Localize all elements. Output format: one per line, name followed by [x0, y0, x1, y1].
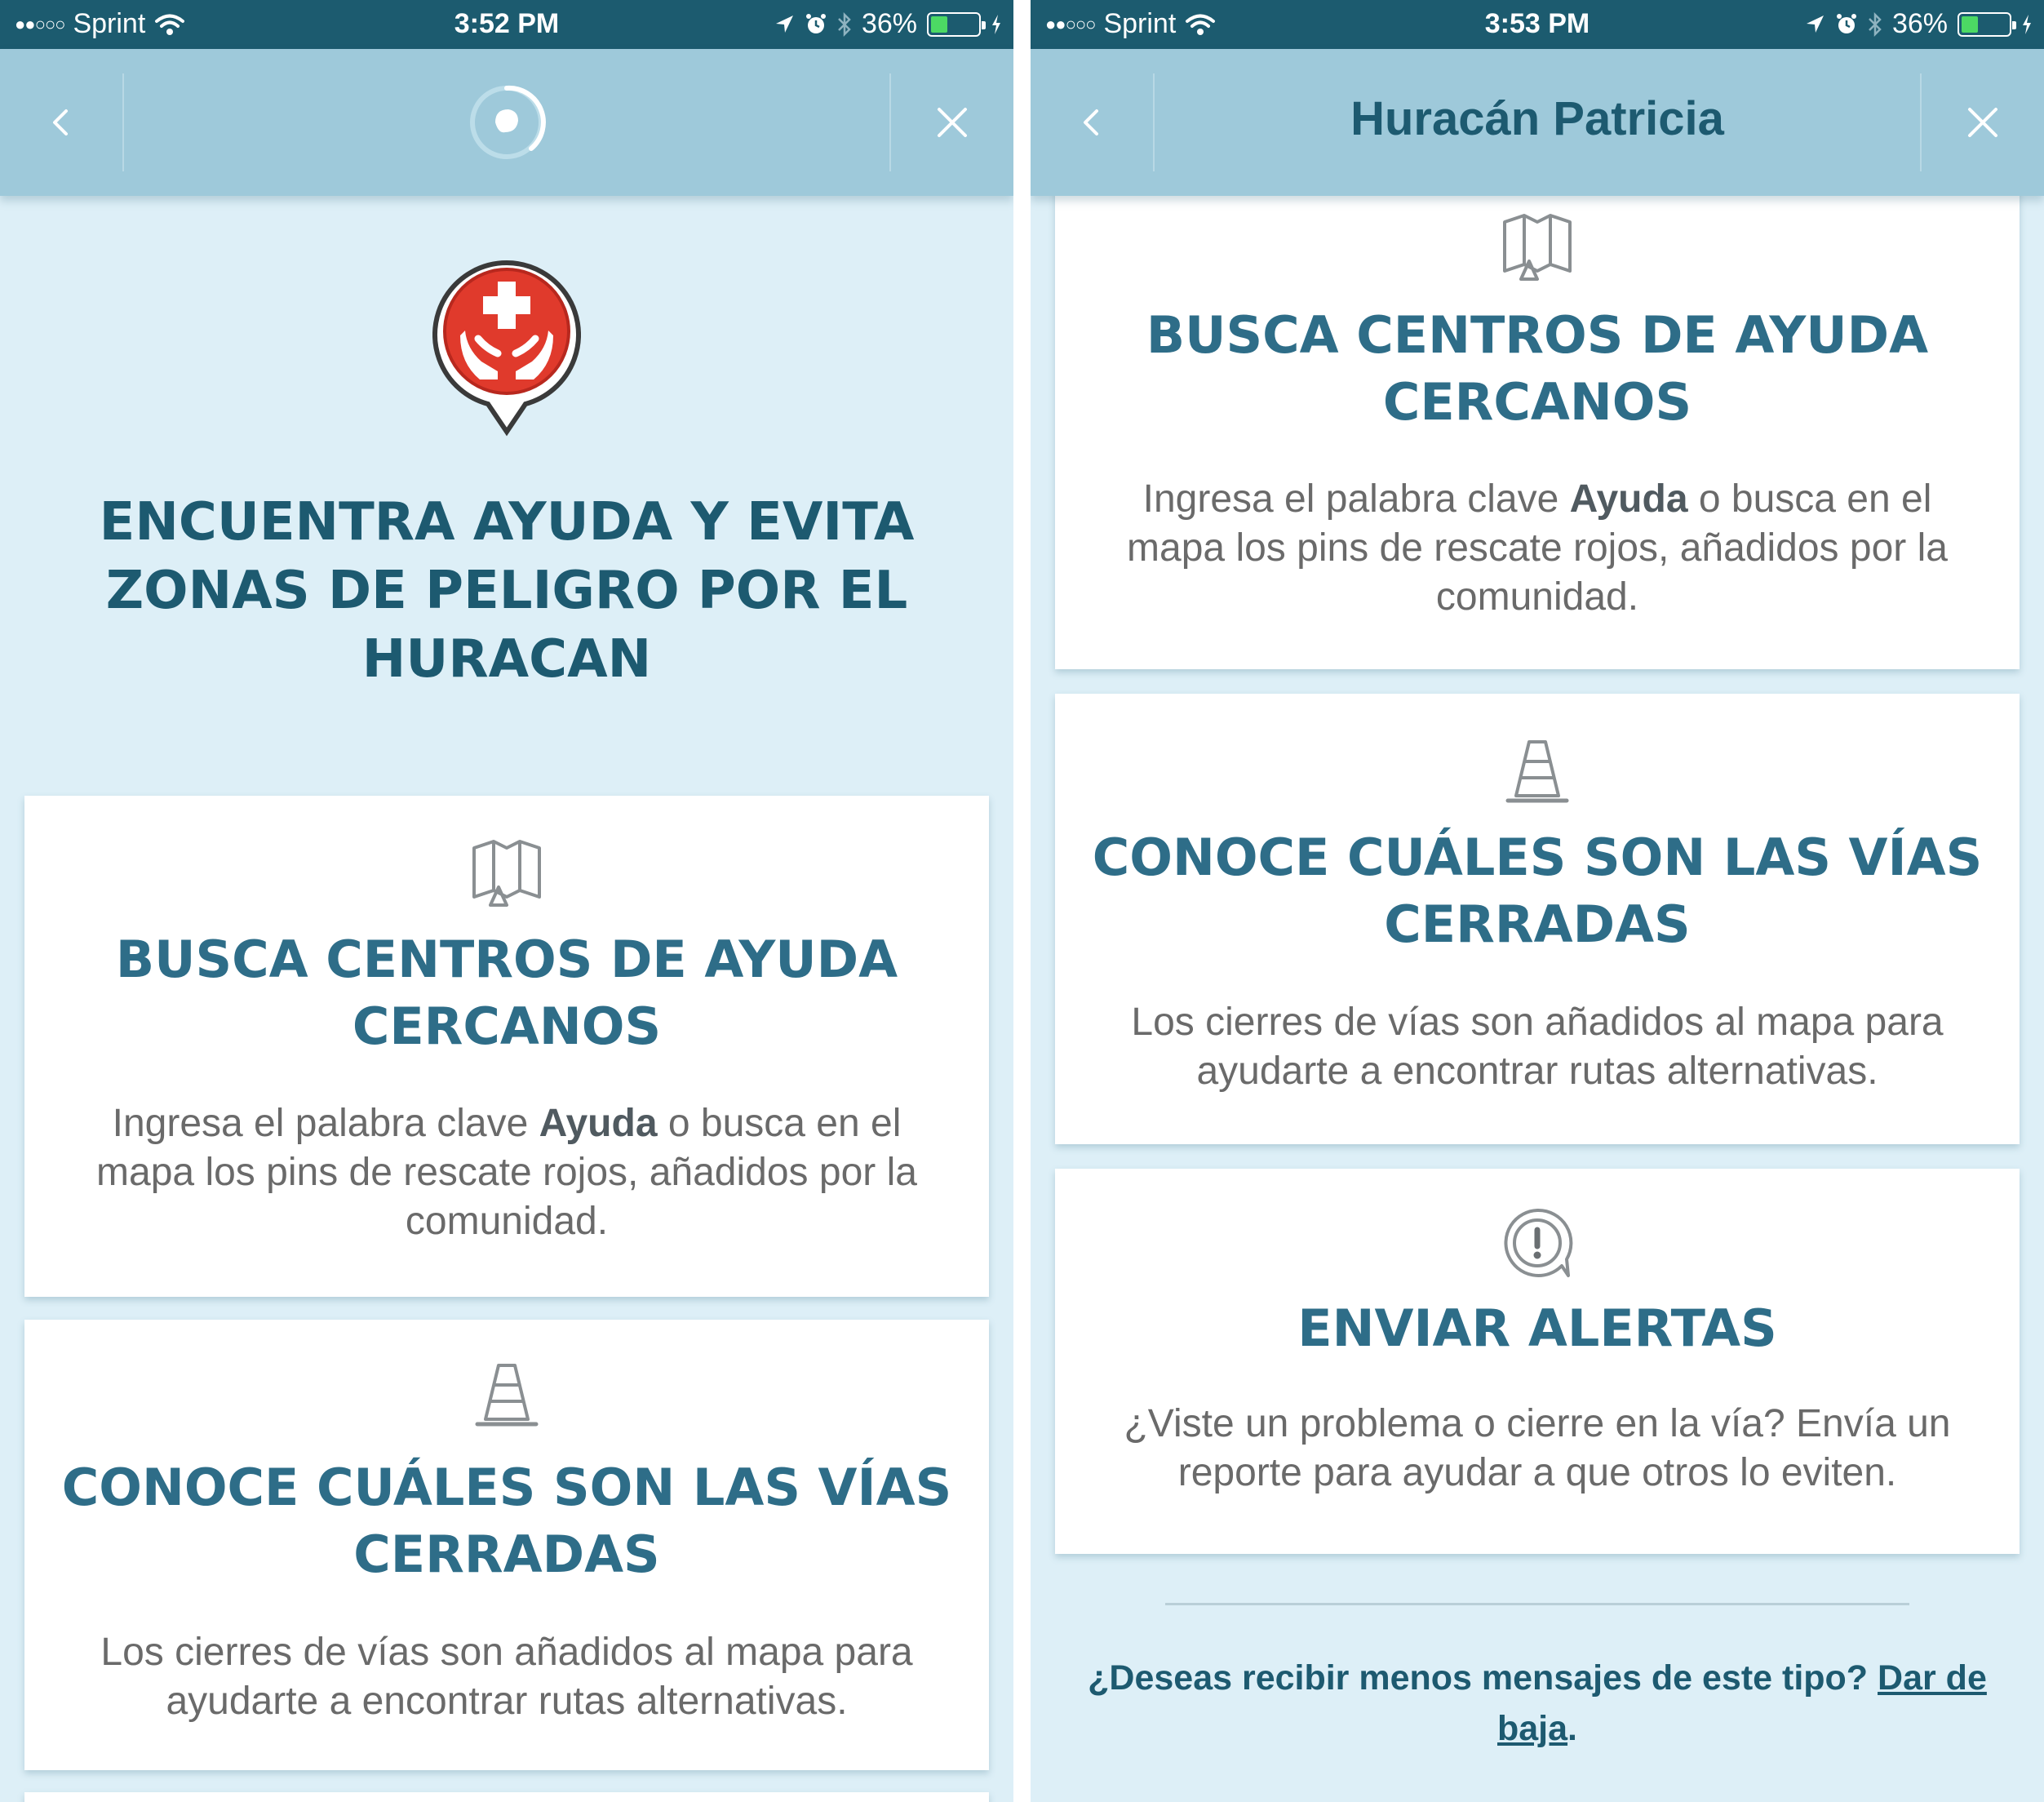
chevron-left-icon	[53, 109, 68, 135]
card-help-centers[interactable]: BUSCA CENTROS DE AYUDA CERCANOS Ingresa …	[24, 796, 989, 1297]
card-description: Los cierres de vías son añadidos al mapa…	[100, 1631, 913, 1723]
card-title: BUSCA CENTROS DE AYUDA CERCANOS	[1146, 305, 1929, 432]
charging-icon	[992, 14, 1000, 34]
close-button[interactable]	[903, 73, 1001, 171]
card-description: ¿Viste un problema o cierre en la vía? E…	[1124, 1402, 1951, 1494]
back-button[interactable]	[12, 73, 110, 171]
hero-title: ENCUENTRA AYUDA Y EVITA ZONAS DE PELIGRO…	[99, 492, 915, 690]
screen-left: ●●○○○ Sprint 3:52 PM 36% ENCUENTRA AYUDA…	[0, 0, 1013, 1802]
card-icon-wrap	[1055, 212, 2020, 281]
map-icon	[472, 840, 541, 907]
alert-icon	[1504, 1208, 1573, 1277]
charging-icon	[2023, 14, 2031, 34]
alarm-icon	[805, 13, 826, 33]
nav-separator	[1153, 73, 1155, 171]
card-title: CONOCE CUÁLES SON LAS VÍAS CERRADAS	[61, 1458, 952, 1584]
card-closed-roads[interactable]: CONOCE CUÁLES SON LAS VÍAS CERRADAS Los …	[1055, 694, 2020, 1144]
nav-separator	[889, 73, 891, 171]
battery-percent: 36%	[1891, 8, 1948, 39]
location-arrow-icon	[775, 15, 793, 33]
close-icon	[938, 108, 967, 137]
traffic-cone-icon	[1505, 740, 1569, 803]
nav-title: Huracán Patricia	[1350, 92, 1724, 145]
close-icon	[1968, 108, 1997, 137]
card-closed-roads[interactable]: CONOCE CUÁLES SON LAS VÍAS CERRADAS Los …	[24, 1320, 989, 1770]
status-bar: ●●○○○ Sprint 3:52 PM 36%	[0, 0, 1013, 49]
nav-separator	[122, 73, 124, 171]
card-title: CONOCE CUÁLES SON LAS VÍAS CERRADAS	[1092, 828, 1983, 954]
location-arrow-icon	[1806, 15, 1824, 33]
battery-percent: 36%	[861, 8, 917, 39]
keyword: Ayuda	[1569, 477, 1688, 521]
status-right: 36%	[774, 8, 1002, 40]
card-title: BUSCA CENTROS DE AYUDA CERCANOS	[115, 930, 898, 1056]
card-description: Ingresa el palabra clave Ayuda o busca e…	[1127, 477, 1948, 619]
card-icon-wrap	[24, 838, 989, 907]
card-icon-wrap	[24, 1362, 989, 1427]
card-next[interactable]	[24, 1792, 989, 1802]
alarm-icon	[1836, 13, 1856, 33]
chevron-left-icon	[1084, 109, 1098, 135]
card-title: ENVIAR ALERTAS	[1297, 1298, 1777, 1358]
unsubscribe-text: ¿Deseas recibir menos mensajes de este t…	[1088, 1658, 1987, 1748]
bluetooth-icon	[838, 11, 851, 37]
close-button[interactable]	[1934, 73, 2032, 171]
card-description: Ingresa el palabra clave Ayuda o busca e…	[96, 1102, 917, 1243]
card-send-alerts[interactable]: ENVIAR ALERTAS ¿Viste un problema o cier…	[1055, 1169, 2020, 1554]
nav-bar	[0, 49, 1013, 196]
battery-level	[931, 16, 948, 33]
nav-bar: Huracán Patricia	[1031, 49, 2044, 196]
spinner-icon	[470, 85, 546, 159]
back-button[interactable]	[1043, 73, 1141, 171]
medical-help-pin-icon	[432, 260, 581, 437]
card-help-centers[interactable]: BUSCA CENTROS DE AYUDA CERCANOS Ingresa …	[1055, 147, 2020, 669]
battery-icon	[1958, 11, 2016, 37]
traffic-cone-icon	[475, 1364, 539, 1427]
keyword: Ayuda	[539, 1102, 658, 1145]
screen-right: ●●○○○ Sprint 3:53 PM 36% Huracán Patrici…	[1031, 0, 2044, 1802]
card-icon-wrap	[1055, 1205, 2020, 1280]
card-icon-wrap	[1055, 739, 2020, 804]
divider	[1165, 1603, 1909, 1605]
status-bar: ●●○○○ Sprint 3:53 PM 36%	[1031, 0, 2044, 49]
card-description: Los cierres de vías son añadidos al mapa…	[1131, 1001, 1944, 1093]
status-right: 36%	[1804, 8, 2033, 40]
battery-icon	[927, 11, 986, 37]
nav-separator	[1920, 73, 1922, 171]
battery-level	[1962, 16, 1979, 33]
bluetooth-icon	[1869, 11, 1882, 37]
map-icon	[1503, 214, 1572, 281]
